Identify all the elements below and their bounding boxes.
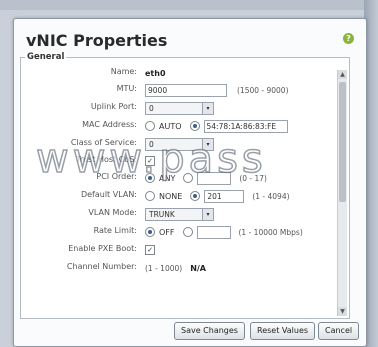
help-icon[interactable]: ? [343,33,354,44]
rate-limit-row: Rate Limit: OFF (1 - 10000 Mbps) [21,225,341,239]
rate-off-label: OFF [159,227,175,237]
vlan-mode-row: VLAN Mode: TRUNK ▾ [21,207,341,221]
pci-any-label: ANY [159,173,176,183]
uplink-port-row: Uplink Port: 0 ▾ [21,101,341,115]
cancel-button[interactable]: Cancel [318,322,360,340]
rate-off-radio[interactable] [145,227,155,237]
mac-auto-radio[interactable] [145,121,155,131]
rate-limit-input[interactable] [196,225,231,239]
vnic-properties-dialog: vNIC Properties ? General Name: eth0 MTU… [13,18,367,347]
pxe-boot-checkbox[interactable]: ✓ [145,245,155,255]
trust-host-cos-row: Trust Host CoS: ✓ [21,154,341,168]
chevron-down-icon[interactable]: ▾ [202,102,213,114]
pxe-boot-row: Enable PXE Boot: ✓ [21,243,341,257]
default-vlan-input[interactable]: 201 [204,189,245,203]
uplink-port-label: Uplink Port: [90,102,137,111]
channel-number-hint: (1 - 1000) [145,263,183,273]
vlan-none-radio[interactable] [145,191,155,201]
chevron-down-icon[interactable]: ▾ [202,208,213,220]
channel-number-label: Channel Number: [66,262,137,271]
mac-auto-label: AUTO [159,121,182,131]
scroll-down-icon[interactable]: ▼ [338,307,347,316]
name-row: Name: eth0 [21,66,341,80]
vlan-mode-select[interactable]: TRUNK ▾ [145,207,214,221]
general-group: General Name: eth0 MTU: 9000 (1500 - 900… [20,52,350,319]
class-of-service-select[interactable]: 0 ▾ [145,137,214,151]
scroll-thumb[interactable] [339,82,346,202]
chevron-down-icon[interactable]: ▾ [202,138,213,150]
trust-host-cos-checkbox[interactable]: ✓ [145,156,155,166]
vlan-mode-label: VLAN Mode: [88,208,137,217]
pci-order-label: PCI Order: [96,172,137,181]
window-top-strip [0,0,378,10]
rate-manual-radio[interactable] [182,227,193,237]
general-group-legend: General [25,52,67,62]
rate-limit-label: Rate Limit: [93,226,137,235]
vlan-manual-radio[interactable] [190,191,201,201]
name-label: Name: [110,67,137,76]
mac-address-label: MAC Address: [82,120,137,129]
mtu-row: MTU: 9000 (1500 - 9000) [21,83,341,97]
vlan-none-label: NONE [159,191,183,201]
scroll-up-icon[interactable]: ▲ [338,70,347,79]
pci-order-row: PCI Order: ANY (0 - 17) [21,171,341,185]
mtu-label: MTU: [116,84,137,93]
trust-host-cos-label: Trust Host CoS: [76,155,137,164]
default-vlan-label: Default VLAN: [80,190,137,199]
vertical-scrollbar[interactable]: ▲ ▼ [337,70,347,316]
class-of-service-label: Class of Service: [70,138,137,147]
mtu-hint: (1500 - 9000) [237,85,289,95]
default-vlan-hint: (1 - 4094) [252,191,290,201]
class-of-service-row: Class of Service: 0 ▾ [21,137,341,151]
pxe-boot-label: Enable PXE Boot: [68,244,137,253]
uplink-port-select[interactable]: 0 ▾ [145,101,214,115]
pci-manual-radio[interactable] [183,173,194,183]
uplink-port-value: 0 [149,103,154,113]
mac-manual-radio[interactable] [189,121,200,131]
rate-limit-hint: (1 - 10000 Mbps) [238,227,303,237]
channel-number-value: N/A [190,263,206,273]
default-vlan-row: Default VLAN: NONE 201 (1 - 4094) [21,189,341,203]
pci-order-input[interactable] [197,171,232,185]
mac-address-input[interactable]: 54:78:1A:86:83:FE [203,119,288,133]
class-of-service-value: 0 [149,139,154,149]
reset-values-button[interactable]: Reset Values [250,322,316,340]
pci-any-radio[interactable] [145,173,155,183]
vlan-mode-value: TRUNK [149,209,175,219]
mac-address-row: MAC Address: AUTO 54:78:1A:86:83:FE [21,119,341,133]
pci-order-hint: (0 - 17) [239,173,267,183]
name-value: eth0 [145,68,166,78]
dialog-title: vNIC Properties [26,31,168,50]
save-changes-button[interactable]: Save Changes [174,322,245,340]
channel-number-row: Channel Number: (1 - 1000) N/A [21,261,341,275]
button-bar: Save Changes Reset Values Cancel [14,322,366,340]
mtu-input[interactable]: 9000 [145,83,227,97]
